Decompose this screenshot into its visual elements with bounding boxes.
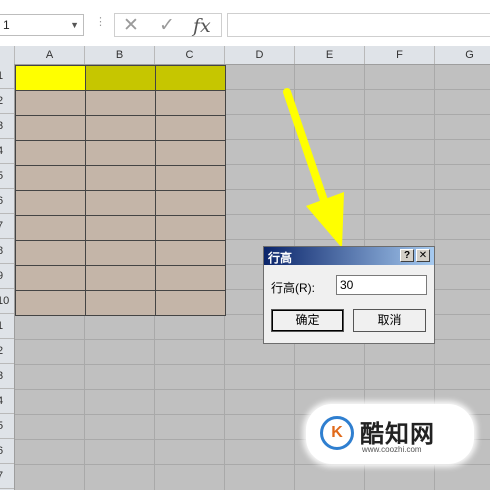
row-header[interactable]: 5: [0, 414, 14, 439]
brand-url: www.coozhi.com: [362, 445, 422, 454]
cell-a2[interactable]: [15, 90, 86, 116]
row-header[interactable]: 5: [0, 164, 14, 189]
dialog-title: 行高: [268, 251, 293, 265]
watermark: K 酷知网 www.coozhi.com: [306, 404, 474, 464]
column-header-b[interactable]: B: [85, 46, 155, 64]
row-header[interactable]: 2: [0, 89, 14, 114]
cell-a8[interactable]: [15, 240, 86, 266]
row-header[interactable]: 9: [0, 264, 14, 289]
chevron-down-icon[interactable]: ▼: [70, 15, 79, 35]
row-header[interactable]: 7: [0, 464, 14, 489]
cell-a10[interactable]: [15, 290, 86, 316]
select-all-corner[interactable]: [0, 46, 15, 64]
row-header[interactable]: 4: [0, 389, 14, 414]
column-header-f[interactable]: F: [365, 46, 435, 64]
cell-b7[interactable]: [85, 215, 156, 241]
formula-input[interactable]: [227, 13, 490, 37]
cell-a9[interactable]: [15, 265, 86, 291]
row-header[interactable]: 1: [0, 314, 14, 339]
row-header[interactable]: 6: [0, 189, 14, 214]
cell-c10[interactable]: [155, 290, 226, 316]
cell-a6[interactable]: [15, 190, 86, 216]
row-headers: 1 2 3 4 5 6 7 8 9 10 1 2 3 4 5 6 7: [0, 64, 15, 490]
cell-c8[interactable]: [155, 240, 226, 266]
cell-c9[interactable]: [155, 265, 226, 291]
cancel-button[interactable]: 取消: [353, 309, 426, 332]
cell-a4[interactable]: [15, 140, 86, 166]
row-header[interactable]: 3: [0, 114, 14, 139]
row-header[interactable]: 7: [0, 214, 14, 239]
cell-c4[interactable]: [155, 140, 226, 166]
cell-b9[interactable]: [85, 265, 156, 291]
help-icon[interactable]: ?: [400, 249, 414, 262]
row-header[interactable]: 8: [0, 239, 14, 264]
ok-button[interactable]: 确定: [271, 309, 344, 332]
cell-b3[interactable]: [85, 115, 156, 141]
cell-c7[interactable]: [155, 215, 226, 241]
row-height-dialog: 行高 ? ✕ 行高(R): 30 确定 取消: [263, 246, 435, 344]
insert-function-icon[interactable]: fx: [193, 15, 211, 37]
cell-a7[interactable]: [15, 215, 86, 241]
cell-c6[interactable]: [155, 190, 226, 216]
row-height-input[interactable]: 30: [336, 275, 427, 295]
cell-b2[interactable]: [85, 90, 156, 116]
formula-bar: 1 ▼ ⋮ ✕ ✓ fx: [0, 0, 490, 40]
brand-logo-icon: K: [320, 416, 354, 450]
drag-handle-icon[interactable]: ⋮: [95, 15, 106, 28]
cell-c3[interactable]: [155, 115, 226, 141]
dialog-titlebar[interactable]: 行高 ? ✕: [264, 247, 434, 265]
close-icon[interactable]: ✕: [416, 249, 430, 262]
formula-buttons: ✕ ✓ fx: [114, 13, 222, 37]
row-header[interactable]: 6: [0, 439, 14, 464]
cell-b6[interactable]: [85, 190, 156, 216]
column-header-d[interactable]: D: [225, 46, 295, 64]
row-header[interactable]: 2: [0, 339, 14, 364]
column-header-a[interactable]: A: [15, 46, 85, 64]
row-header[interactable]: 3: [0, 364, 14, 389]
row-height-label: 行高(R):: [271, 281, 315, 295]
row-header[interactable]: 10: [0, 289, 14, 314]
cancel-icon[interactable]: ✕: [123, 15, 139, 37]
cell-c5[interactable]: [155, 165, 226, 191]
column-header-g[interactable]: G: [435, 46, 490, 64]
cell-b8[interactable]: [85, 240, 156, 266]
name-box-value: 1: [3, 18, 10, 32]
row-header[interactable]: 4: [0, 139, 14, 164]
row-header[interactable]: 1: [0, 64, 14, 89]
cell-b10[interactable]: [85, 290, 156, 316]
column-headers: A B C D E F G: [0, 46, 490, 65]
row-height-value: 30: [340, 278, 354, 292]
column-header-e[interactable]: E: [295, 46, 365, 64]
cell-b4[interactable]: [85, 140, 156, 166]
cell-a5[interactable]: [15, 165, 86, 191]
cell-c2[interactable]: [155, 90, 226, 116]
cell-b5[interactable]: [85, 165, 156, 191]
enter-icon[interactable]: ✓: [159, 15, 175, 37]
cell-a3[interactable]: [15, 115, 86, 141]
column-header-c[interactable]: C: [155, 46, 225, 64]
name-box[interactable]: 1 ▼: [0, 14, 84, 36]
brand-name: 酷知网: [360, 420, 435, 448]
